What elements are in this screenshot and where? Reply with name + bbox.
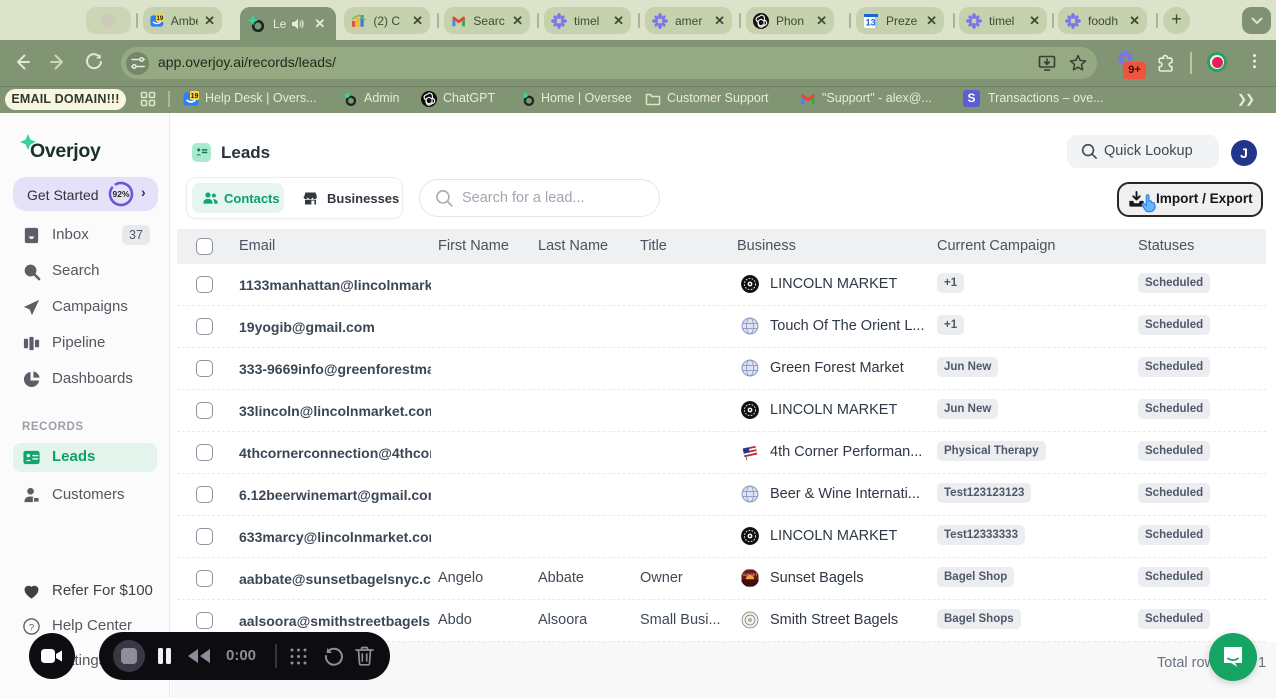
svg-text:SUNSET: SUNSET	[742, 573, 758, 577]
svg-text:?: ?	[29, 622, 34, 633]
svg-text:92%: 92%	[112, 189, 129, 199]
svg-text:19: 19	[191, 93, 199, 100]
svg-text:13: 13	[866, 17, 876, 27]
svg-text:19: 19	[157, 16, 164, 22]
